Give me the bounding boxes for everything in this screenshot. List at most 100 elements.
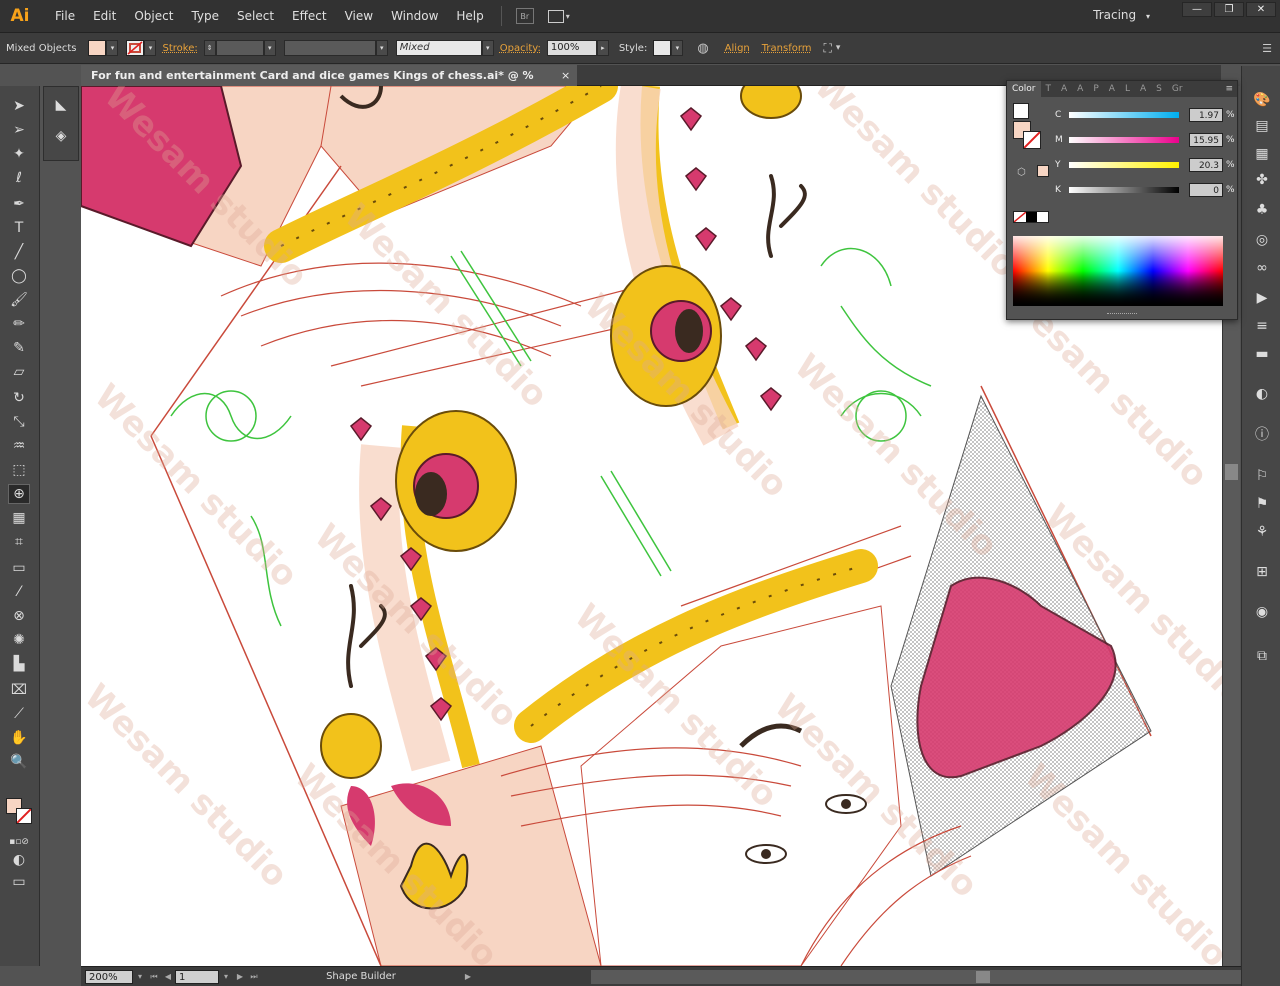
graphic-style-swatch[interactable] xyxy=(653,40,672,56)
eraser-tool-icon[interactable]: ▱ xyxy=(8,362,30,382)
swatches-icon[interactable]: ▦ xyxy=(1251,144,1273,164)
magenta-slider[interactable] xyxy=(1069,137,1179,143)
next-artboard-icon[interactable]: ▶ xyxy=(233,970,247,984)
selection-tool-icon[interactable]: ➤ xyxy=(8,96,30,116)
brush-field[interactable]: Mixed xyxy=(395,40,482,56)
transparency-icon[interactable]: ◐ xyxy=(1251,384,1273,404)
magic-wand-tool-icon[interactable]: ✦ xyxy=(8,144,30,164)
chevron-down-icon[interactable]: ▾ xyxy=(836,43,841,53)
tab-gradient[interactable]: Gr xyxy=(1167,84,1188,94)
stroke-weight-field[interactable] xyxy=(215,40,264,56)
menu-window[interactable]: Window xyxy=(382,0,447,33)
cyan-slider[interactable] xyxy=(1069,112,1179,118)
align-label[interactable]: Align xyxy=(725,43,750,54)
zoom-tool-icon[interactable]: 🔍 xyxy=(8,752,30,772)
horizontal-scrollbar[interactable] xyxy=(591,970,1280,984)
menu-file[interactable]: File xyxy=(46,0,84,33)
restore-button[interactable]: ❐ xyxy=(1214,2,1244,17)
vertical-scroll-thumb[interactable] xyxy=(1225,464,1238,480)
brushes-icon[interactable]: ✤ xyxy=(1251,170,1273,190)
minimize-button[interactable]: — xyxy=(1182,2,1212,17)
lasso-tool-icon[interactable]: ℓ xyxy=(8,168,30,188)
tab-swatches[interactable]: S xyxy=(1151,84,1167,94)
menu-object[interactable]: Object xyxy=(125,0,182,33)
quick-swatches[interactable] xyxy=(1013,211,1049,223)
transform-label[interactable]: Transform xyxy=(762,43,812,54)
zoom-dropdown-icon[interactable]: ▾ xyxy=(133,970,147,984)
variable-width-field[interactable] xyxy=(283,40,376,56)
eyedropper-tool-icon[interactable]: ⁄ xyxy=(8,582,30,602)
horizontal-scroll-thumb[interactable] xyxy=(976,971,990,983)
column-graph-tool-icon[interactable]: ▙ xyxy=(8,654,30,674)
isolate-icon[interactable]: ⛶ xyxy=(824,41,832,56)
stroke-weight-stepper[interactable]: ⇕ xyxy=(203,40,216,56)
close-tab-icon[interactable]: × xyxy=(561,65,570,86)
screen-mode-icon[interactable]: ▭ xyxy=(8,872,30,892)
draw-mode-icon[interactable]: ◐ xyxy=(8,850,30,870)
status-menu-icon[interactable]: ▶ xyxy=(461,970,475,984)
navigator-panel-icon[interactable]: ◣ xyxy=(48,92,74,118)
tab-artboards[interactable]: A xyxy=(1104,84,1120,94)
graphic-style-dropdown[interactable]: ▾ xyxy=(671,40,684,56)
blob-brush-tool-icon[interactable]: ✎ xyxy=(8,338,30,358)
gradient-tool-icon[interactable]: ▭ xyxy=(8,558,30,578)
free-transform-tool-icon[interactable]: ⬚ xyxy=(8,460,30,480)
arrange-documents-button[interactable]: ▾ xyxy=(547,8,576,24)
slice-tool-icon[interactable]: ⟋ xyxy=(8,704,30,724)
pen-tool-icon[interactable]: ✒ xyxy=(8,194,30,214)
menu-effect[interactable]: Effect xyxy=(283,0,336,33)
align-icon[interactable]: ≡ xyxy=(1251,316,1273,336)
artboard-tool-icon[interactable]: ⌧ xyxy=(8,680,30,700)
pathfinder-icon[interactable]: ⚘ xyxy=(1251,522,1273,542)
close-button[interactable]: ✕ xyxy=(1246,2,1276,17)
info-icon[interactable]: ⓘ xyxy=(1251,424,1273,444)
out-of-gamut-icon[interactable]: ⬡ xyxy=(1017,167,1026,178)
document-info-icon[interactable]: ⚐ xyxy=(1251,466,1273,486)
direct-selection-tool-icon[interactable]: ➢ xyxy=(8,120,30,140)
stroke-box[interactable] xyxy=(1023,131,1041,149)
pencil-tool-icon[interactable]: ✏ xyxy=(8,314,30,334)
tab-transparency[interactable]: T xyxy=(1041,84,1057,94)
artboard-dropdown-icon[interactable]: ▾ xyxy=(219,970,233,984)
navigator-icon[interactable]: ◉ xyxy=(1251,602,1273,622)
brush-dropdown[interactable]: ▾ xyxy=(481,40,494,56)
layers-panel-icon[interactable]: ◈ xyxy=(48,123,74,149)
opacity-field[interactable]: 100% xyxy=(546,40,597,56)
default-colors-icon[interactable] xyxy=(1013,103,1029,119)
fill-dropdown[interactable]: ▾ xyxy=(106,40,119,56)
paintbrush-tool-icon[interactable]: 🖌 xyxy=(8,290,30,310)
last-artboard-icon[interactable]: ⏭ xyxy=(247,970,261,984)
gradient-icon[interactable]: ▬ xyxy=(1251,344,1273,364)
tab-appearance[interactable]: A xyxy=(1056,84,1072,94)
bridge-button[interactable]: Br xyxy=(515,8,534,24)
yellow-slider[interactable] xyxy=(1069,162,1179,168)
artboards-icon[interactable]: ⧉ xyxy=(1251,646,1273,666)
previous-artboard-icon[interactable]: ◀ xyxy=(161,970,175,984)
panel-menu-icon[interactable]: ☰ xyxy=(1262,42,1272,55)
symbol-sprayer-tool-icon[interactable]: ✺ xyxy=(8,630,30,650)
last-color-swatch[interactable] xyxy=(1037,165,1049,177)
opacity-dropdown[interactable]: ▸ xyxy=(596,40,609,56)
black-slider[interactable] xyxy=(1069,187,1179,193)
zoom-level-field[interactable]: 200% xyxy=(85,969,133,984)
opacity-label[interactable]: Opacity: xyxy=(500,43,541,54)
workspace-switcher[interactable]: Tracing ▾ xyxy=(1093,0,1150,33)
menu-type[interactable]: Type xyxy=(182,0,228,33)
first-artboard-icon[interactable]: ⏮ xyxy=(147,970,161,984)
fill-swatch[interactable] xyxy=(88,40,107,56)
tab-layers[interactable]: L xyxy=(1120,84,1135,94)
ellipse-tool-icon[interactable]: ◯ xyxy=(8,266,30,286)
cyan-value-field[interactable]: 1.97 xyxy=(1189,108,1223,122)
color-guide-icon[interactable]: ▤ xyxy=(1251,116,1273,136)
magenta-value-field[interactable]: 15.95 xyxy=(1189,133,1223,147)
stroke-label[interactable]: Stroke: xyxy=(162,43,197,54)
stroke-weight-dropdown[interactable]: ▾ xyxy=(263,40,276,56)
graphic-styles-icon[interactable]: ⚑ xyxy=(1251,494,1273,514)
tab-align[interactable]: A xyxy=(1072,84,1088,94)
stroke-swatch[interactable] xyxy=(126,40,145,56)
appearance-icon[interactable]: ◎ xyxy=(1251,230,1273,250)
yellow-value-field[interactable]: 20.3 xyxy=(1189,158,1223,172)
color-mode-buttons[interactable]: ▪▫⊘ xyxy=(8,832,30,852)
tab-actions[interactable]: A xyxy=(1135,84,1151,94)
color-panel-icon[interactable]: 🎨 xyxy=(1251,90,1273,110)
